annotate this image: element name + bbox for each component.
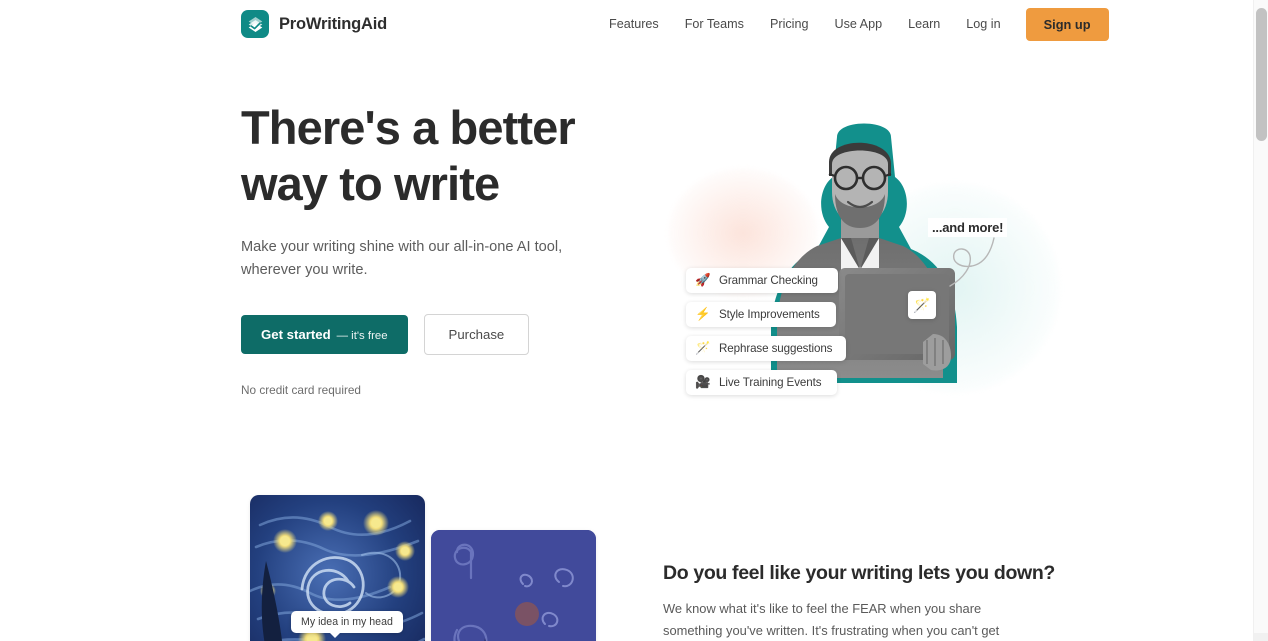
nav-item-learn[interactable]: Learn [895,11,953,37]
scrollbar-down-arrow[interactable] [1254,633,1268,641]
nav-item-pricing[interactable]: Pricing [757,11,822,37]
hero-subtitle: Make your writing shine with our all-in-… [241,238,563,278]
rocket-icon: 🚀 [695,273,711,288]
primary-navigation: Features For Teams Pricing Use App Learn… [596,7,1109,41]
feature-pill-label: Rephrase suggestions [719,342,833,355]
get-started-sublabel: — it's free [336,329,388,342]
hero-copy: There's a better way to write Make your … [241,100,641,397]
feature-pill-style-improvements: ⚡ Style Improvements [686,302,836,327]
sign-up-button[interactable]: Sign up [1025,7,1109,41]
childlike-drawing-image [431,530,596,641]
feature-pill-label: Style Improvements [719,308,820,321]
nav-item-for-teams[interactable]: For Teams [672,11,757,37]
get-started-label: Get started [261,326,331,342]
feature-pill-label: Live Training Events [719,376,822,389]
lightning-icon: ⚡ [695,307,711,322]
scrollbar-up-arrow[interactable] [1254,0,1268,8]
and-more-label: ...and more! [928,218,1008,237]
page-root: ProWritingAid Features For Teams Pricing… [0,0,1268,641]
magic-wand-icon: 🪄 [695,341,711,356]
video-camera-icon: 🎥 [695,375,711,390]
feature-pill-list: 🚀 Grammar Checking ⚡ Style Improvements … [686,268,886,404]
idea-caption-bubble: My idea in my head [291,611,403,638]
book-pages-icon [241,10,269,38]
nav-item-features[interactable]: Features [596,11,672,37]
hero-cta-group: Get started — it's free Purchase [241,313,641,355]
hero-title: There's a better way to write [241,100,601,213]
and-more-pointer-squiggle [949,237,995,287]
hero-title-line-2: way to write [241,157,500,211]
feature-pill-rephrase-suggestions: 🪄 Rephrase suggestions [686,336,847,361]
nav-item-log-in[interactable]: Log in [953,11,1013,37]
section2-copy: Do you feel like your writing lets you d… [663,562,1055,641]
brand-name: ProWritingAid [279,14,388,33]
purchase-button[interactable]: Purchase [423,313,530,355]
feature-pill-label: Grammar Checking [719,274,818,287]
scrollbar-thumb[interactable] [1256,8,1267,141]
section2-body: We know what it's like to feel the FEAR … [663,601,1000,638]
writing-lets-you-down-section: My idea in my head Do you feel like your… [0,478,1253,641]
nav-item-use-app[interactable]: Use App [821,11,895,37]
site-header: ProWritingAid Features For Teams Pricing… [0,0,1253,48]
feature-pill-grammar-checking: 🚀 Grammar Checking [686,268,838,293]
feature-pill-live-training-events: 🎥 Live Training Events [686,370,838,395]
idea-vs-reality-images: My idea in my head [241,495,641,641]
brand-logo-link[interactable]: ProWritingAid [241,10,387,38]
section2-title: Do you feel like your writing lets you d… [663,562,1055,584]
page-scrollbar[interactable] [1253,0,1268,641]
get-started-button[interactable]: Get started — it's free [241,314,408,354]
hero-illustration: 🚀 Grammar Checking ⚡ Style Improvements … [650,108,1060,448]
hero-title-line-1: There's a better [241,101,576,154]
no-credit-card-note: No credit card required [241,382,361,397]
hero-section: There's a better way to write Make your … [0,48,1253,478]
